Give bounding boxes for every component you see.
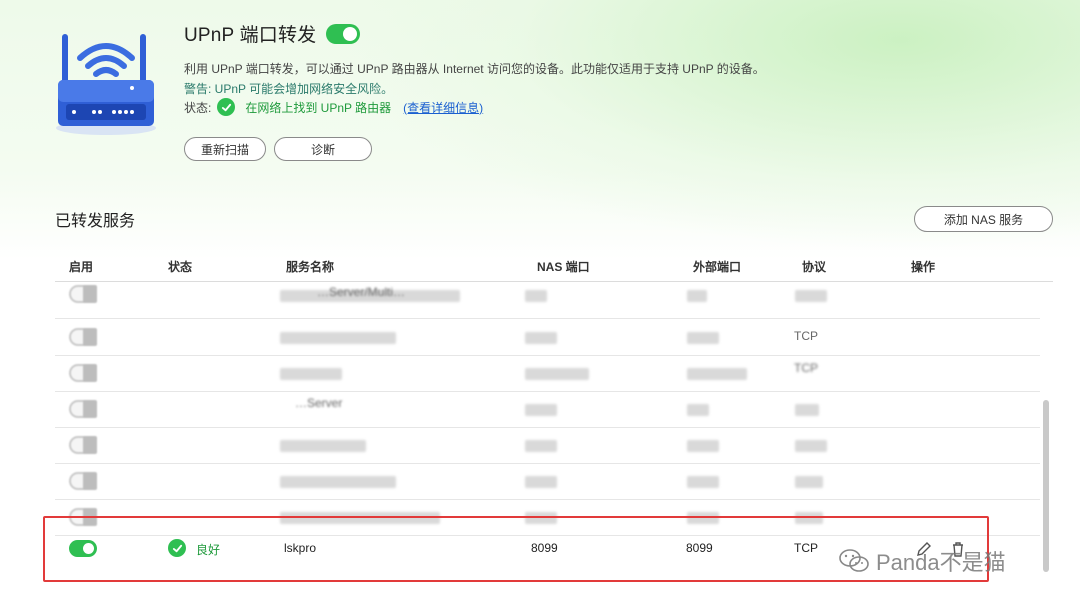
status-label: 状态: xyxy=(184,100,212,115)
blurred-nas-port xyxy=(525,332,557,344)
wechat-icon xyxy=(839,549,869,572)
blurred-external-port xyxy=(687,368,747,380)
table-row: TCP xyxy=(55,320,1040,356)
upnp-port-forwarding-page: UPnP 端口转发 利用 UPnP 端口转发，可以通过 UPnP 路由器从 In… xyxy=(0,0,1080,609)
router-icon xyxy=(56,34,156,135)
row-enable-toggle[interactable] xyxy=(69,364,97,382)
column-header-external-port: 外部端口 xyxy=(693,260,742,274)
blurred-nas-port xyxy=(525,404,557,416)
add-nas-service-button[interactable]: 添加 NAS 服务 xyxy=(914,206,1053,232)
upnp-description: 利用 UPnP 端口转发，可以通过 UPnP 路由器从 Internet 访问您… xyxy=(184,62,765,76)
blurred-protocol xyxy=(795,404,819,416)
protocol-cell: TCP xyxy=(794,541,818,555)
blurred-nas-port xyxy=(525,440,557,452)
view-details-link[interactable]: (查看详细信息) xyxy=(403,99,483,116)
column-header-status: 状态 xyxy=(168,260,193,274)
column-header-enable: 启用 xyxy=(69,260,94,274)
title-row: UPnP 端口转发 xyxy=(184,20,361,47)
blurred-service-name xyxy=(280,332,396,344)
blurred-external-port xyxy=(687,332,719,344)
row-enable-toggle[interactable] xyxy=(69,436,97,454)
row-enable-toggle[interactable] xyxy=(69,328,97,346)
row-enable-toggle[interactable] xyxy=(69,285,97,303)
blurred-protocol xyxy=(795,440,827,452)
blurred-service-name xyxy=(280,440,366,452)
blurred-nas-port xyxy=(525,290,547,302)
forwarded-services-title: 已转发服务 xyxy=(55,213,136,230)
status-text: 在网络上找到 UPnP 路由器 xyxy=(245,100,392,115)
row-enable-toggle[interactable] xyxy=(69,508,97,526)
row-enable-toggle[interactable] xyxy=(69,472,97,490)
blurred-external-port xyxy=(687,512,719,524)
watermark: Panda不是猫 xyxy=(838,545,1006,577)
blurred-nas-port xyxy=(525,476,557,488)
blurred-service-name xyxy=(280,512,440,524)
external-port-cell: 8099 xyxy=(686,541,713,555)
upnp-enable-toggle[interactable] xyxy=(326,23,361,44)
table-row xyxy=(55,464,1040,500)
rescan-button[interactable]: 重新扫描 xyxy=(184,137,266,161)
diagnose-button[interactable]: 诊断 xyxy=(274,137,372,161)
table-row: …Server xyxy=(55,392,1040,428)
blurred-external-port xyxy=(687,440,719,452)
table-scrollbar[interactable] xyxy=(1043,400,1049,572)
upnp-warning: 警告: UPnP 可能会增加网络安全风险。 xyxy=(184,82,394,96)
blurred-external-port xyxy=(687,404,709,416)
blurred-external-port xyxy=(687,476,719,488)
row-enable-toggle[interactable] xyxy=(69,540,97,557)
blurred-service-name xyxy=(280,476,396,488)
status-text: 良好 xyxy=(196,543,221,557)
blurred-nas-port xyxy=(525,368,589,380)
service-name-cell: lskpro xyxy=(284,541,317,555)
blurred-nas-port xyxy=(525,512,557,524)
table-header: 启用 状态 服务名称 NAS 端口 外部端口 协议 操作 xyxy=(55,256,1053,282)
watermark-text: Panda不是猫 xyxy=(876,550,1006,575)
service-name-fragment: …Server/Multi… xyxy=(317,285,406,299)
table-row xyxy=(55,428,1040,464)
protocol-cell: TCP xyxy=(794,361,818,375)
table-row: TCP xyxy=(55,356,1040,392)
check-circle-icon xyxy=(217,98,236,116)
check-circle-icon xyxy=(168,539,186,557)
service-name-fragment: …Server xyxy=(295,396,343,410)
blurred-protocol xyxy=(795,290,827,302)
blurred-protocol xyxy=(795,476,823,488)
blurred-external-port xyxy=(687,290,707,302)
column-header-protocol: 协议 xyxy=(802,260,827,274)
column-header-actions: 操作 xyxy=(911,260,936,274)
page-title: UPnP 端口转发 xyxy=(184,25,317,46)
table-row: …Server/Multi… xyxy=(55,283,1040,319)
column-header-service-name: 服务名称 xyxy=(286,260,335,274)
blurred-service-name xyxy=(280,368,342,380)
blurred-protocol xyxy=(795,512,823,524)
row-enable-toggle[interactable] xyxy=(69,400,97,418)
nas-port-cell: 8099 xyxy=(531,541,558,555)
upnp-status-row: 状态: 在网络上找到 UPnP 路由器 (查看详细信息) xyxy=(184,98,483,116)
column-header-nas-port: NAS 端口 xyxy=(537,260,590,274)
protocol-cell: TCP xyxy=(794,329,818,343)
